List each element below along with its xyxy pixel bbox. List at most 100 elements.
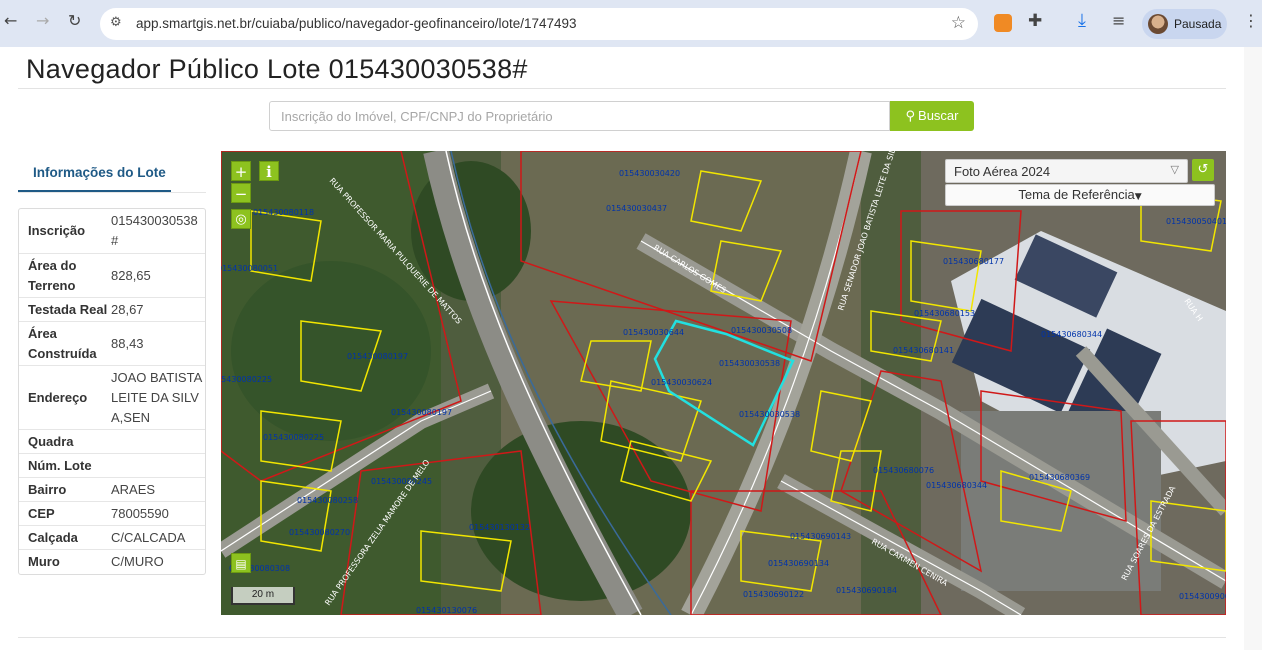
theme-label: Tema de Referência — [1018, 187, 1135, 202]
profile-label: Pausada — [1174, 17, 1222, 31]
locate-icon[interactable]: ◎ — [231, 209, 251, 229]
caret-down-icon: ▼ — [1134, 192, 1142, 202]
lot-label: 015430080197 — [347, 352, 408, 361]
lot-label: 015430030508 — [731, 326, 792, 335]
row-label: Área do Terreno — [28, 258, 77, 293]
lot-label: 015430680076 — [873, 466, 934, 475]
lot-label: 015430690122 — [743, 590, 804, 599]
address-bar[interactable]: ⚙ app.smartgis.net.br/cuiaba/publico/nav… — [100, 8, 978, 40]
zoom-out-button[interactable]: − — [231, 183, 251, 203]
search-button[interactable]: ⚲ Buscar — [890, 101, 974, 131]
lot-label: 015430080225 — [263, 433, 324, 442]
lot-label: 015430030538 — [739, 410, 800, 419]
row-label: Calçada — [28, 530, 78, 545]
reference-theme-button[interactable]: Tema de Referência▼ — [945, 184, 1215, 206]
info-icon[interactable]: i — [259, 161, 279, 181]
url-text[interactable]: app.smartgis.net.br/cuiaba/publico/naveg… — [136, 16, 577, 31]
bookmark-star-icon[interactable]: ☆ — [951, 13, 966, 33]
base-layer-select[interactable]: Foto Aérea 2024 ▽ — [945, 159, 1188, 183]
base-layer-value: Foto Aérea 2024 — [954, 164, 1051, 179]
row-label: Muro — [28, 554, 60, 569]
lot-label: 015430690184 — [836, 586, 897, 595]
search-input[interactable] — [269, 101, 890, 131]
extensions-puzzle-icon[interactable]: ✚ — [1028, 11, 1046, 31]
divider — [18, 192, 206, 193]
row-label: Quadra — [28, 434, 74, 449]
lot-label: 015430050401 — [1166, 217, 1226, 226]
zoom-in-button[interactable]: + — [231, 161, 251, 181]
lot-label: 015430080245 — [371, 477, 432, 486]
row-label: Testada Real — [28, 302, 108, 317]
download-icon[interactable]: ⤓ — [1078, 10, 1096, 31]
aerial-map[interactable]: 015430030420 015430030437 015430080118 0… — [221, 151, 1226, 615]
row-value: JOAO BATISTA LEITE DA SILVA,SEN — [111, 370, 202, 425]
lot-label: 015430030538 — [719, 359, 780, 368]
lot-label: 015430690143 — [790, 532, 851, 541]
row-value: 28,67 — [111, 302, 144, 317]
back-arrow-icon[interactable]: ← — [4, 11, 17, 30]
row-label: CEP — [28, 506, 55, 521]
row-value: 015430030538# — [111, 213, 198, 248]
extension-icon[interactable] — [994, 14, 1012, 32]
lot-label: 015430680141 — [893, 346, 954, 355]
row-label: Bairro — [28, 482, 67, 497]
lot-label: 015430080051 — [221, 264, 278, 273]
chevron-down-icon: ▽ — [1170, 163, 1179, 176]
lot-label: 015430030437 — [606, 204, 667, 213]
layers-icon[interactable]: ▤ — [231, 553, 251, 573]
scale-bar: 20 m — [231, 587, 295, 605]
site-settings-icon[interactable]: ⚙ — [110, 15, 122, 30]
map-view[interactable]: 015430030420 015430030437 015430080118 0… — [221, 151, 1226, 615]
lot-label: 015430030644 — [623, 328, 684, 337]
info-row-inscricao: Inscrição 015430030538# — [19, 209, 205, 253]
lot-label: 015430030624 — [651, 378, 712, 387]
row-value: 78005590 — [111, 506, 169, 521]
reload-icon[interactable]: ↻ — [68, 11, 81, 30]
lot-label: 015430080118 — [253, 208, 314, 217]
row-label: Endereço — [28, 390, 88, 405]
lot-label: 015430030420 — [619, 169, 680, 178]
info-row-num-lote: Núm. Lote — [19, 453, 205, 477]
media-control-icon[interactable]: ≡ — [1112, 11, 1130, 30]
lot-info-table: Inscrição 015430030538# Área do Terreno … — [18, 208, 206, 575]
browser-menu-icon[interactable]: ⋮ — [1243, 11, 1259, 30]
info-row-endereco: Endereço JOAO BATISTA LEITE DA SILVA,SEN — [19, 365, 205, 429]
page-scrollbar[interactable] — [1244, 47, 1262, 650]
row-label: Área Construída — [28, 326, 97, 361]
profile-button[interactable]: Pausada — [1142, 9, 1227, 39]
row-value: ARAES — [111, 482, 156, 497]
row-value: 828,65 — [111, 268, 151, 283]
lot-label: 015430090008 — [1179, 592, 1226, 601]
row-label: Inscrição — [28, 223, 86, 238]
avatar — [1148, 14, 1168, 34]
row-value: 88,43 — [111, 336, 144, 351]
forward-arrow-icon[interactable]: → — [36, 11, 49, 30]
page-title: Navegador Público Lote 015430030538# — [26, 54, 528, 84]
lot-label: 015430680177 — [943, 257, 1004, 266]
search-button-label: Buscar — [918, 108, 959, 123]
search-icon: ⚲ — [905, 109, 916, 124]
info-row-area-terreno: Área do Terreno 828,65 — [19, 253, 205, 297]
reset-view-button[interactable]: ↺ — [1192, 159, 1214, 181]
lot-label: 015430130132 — [469, 523, 530, 532]
lot-label: 015430680153 — [914, 309, 975, 318]
lot-label: 015430690134 — [768, 559, 829, 568]
tab-lot-info[interactable]: Informações do Lote — [18, 155, 171, 192]
info-row-quadra: Quadra — [19, 429, 205, 453]
lot-label: 015430680344 — [1041, 330, 1102, 339]
info-row-testada: Testada Real 28,67 — [19, 297, 205, 321]
info-row-calcada: Calçada C/CALCADA — [19, 525, 205, 549]
lot-label: 015430130076 — [416, 606, 477, 615]
info-row-muro: Muro C/MURO — [19, 549, 205, 574]
lot-label: 015430080197 — [391, 408, 452, 417]
info-row-cep: CEP 78005590 — [19, 501, 205, 525]
lot-label: 015430080270 — [289, 528, 350, 537]
lot-label: 015430080225 — [221, 375, 272, 384]
row-label: Núm. Lote — [28, 458, 92, 473]
tab-label: Informações do Lote — [33, 165, 166, 180]
info-row-area-construida: Área Construída 88,43 — [19, 321, 205, 365]
browser-toolbar: ← → ↻ ⚙ app.smartgis.net.br/cuiaba/publi… — [0, 0, 1262, 47]
lot-label: 015430680369 — [1029, 473, 1090, 482]
row-value: C/CALCADA — [111, 530, 186, 545]
row-value: C/MURO — [111, 554, 164, 569]
